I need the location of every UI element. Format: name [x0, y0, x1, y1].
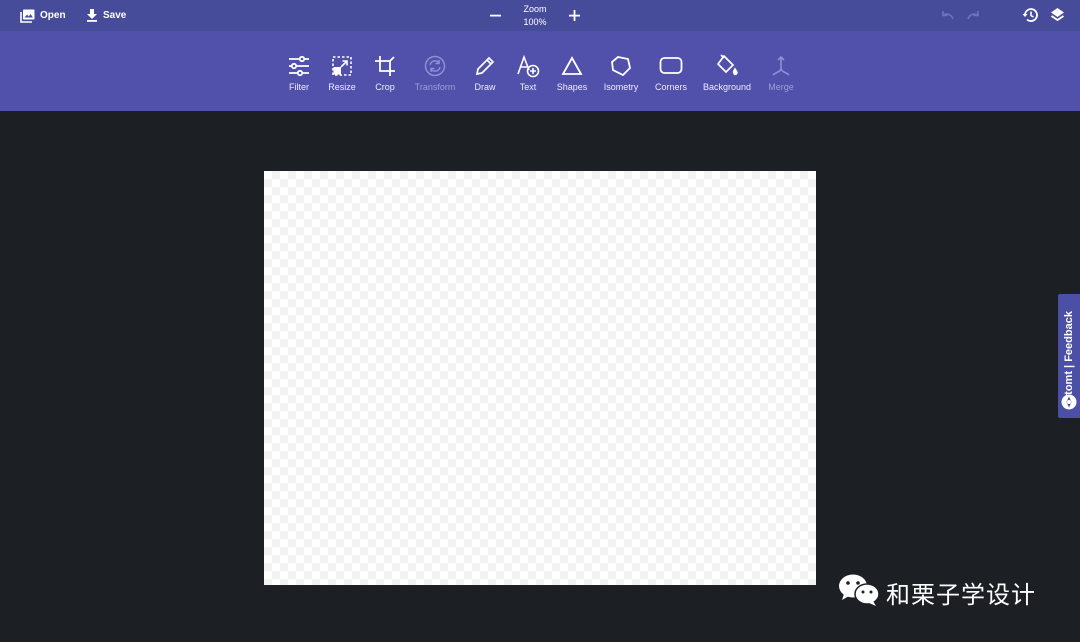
tool-label: Filter: [289, 82, 309, 92]
top-bar: Open Save Zoom 100%: [0, 0, 1080, 31]
minus-icon[interactable]: [490, 10, 501, 21]
tool-label: Crop: [375, 82, 395, 92]
download-icon: [86, 9, 98, 22]
open-button[interactable]: Open: [20, 0, 66, 31]
tool-bar: Filter Resize Crop Transform Draw Text S…: [0, 31, 1080, 111]
stomt-logo-icon: [1061, 394, 1077, 415]
rotate-icon: [424, 52, 446, 80]
zoom-readout: Zoom 100%: [523, 3, 546, 29]
tool-label: Merge: [768, 82, 794, 92]
layers-icon[interactable]: [1050, 7, 1065, 23]
paint-bucket-icon: [715, 52, 739, 80]
tool-label: Corners: [654, 82, 687, 92]
merge-icon: [770, 52, 792, 80]
feedback-tab[interactable]: stomt | Feedback: [1058, 294, 1080, 418]
redo-icon[interactable]: [966, 9, 982, 21]
tool-label: Isometry: [603, 82, 639, 92]
watermark: 和栗子学设计: [838, 574, 1036, 610]
plus-icon[interactable]: [569, 10, 580, 21]
undo-icon[interactable]: [939, 9, 955, 21]
open-label: Open: [40, 10, 66, 21]
tool-label: Text: [519, 82, 537, 92]
tool-label: Background: [702, 82, 752, 92]
zoom-label: Zoom: [523, 3, 547, 14]
watermark-text: 和栗子学设计: [886, 580, 1036, 609]
triangle-icon: [561, 52, 583, 80]
zoom-value: 100%: [523, 16, 547, 27]
save-label: Save: [103, 10, 127, 21]
save-button[interactable]: Save: [86, 0, 126, 31]
tool-label: Shapes: [556, 82, 588, 92]
image-icon: [20, 9, 35, 23]
pentagon-icon: [610, 52, 632, 80]
image-canvas[interactable]: [264, 171, 816, 585]
crop-icon: [374, 52, 396, 80]
wechat-icon: [838, 573, 880, 612]
feedback-label: stomt | Feedback: [1063, 311, 1075, 401]
tool-merge[interactable]: Merge: [746, 52, 816, 102]
rounded-rect-icon: [659, 52, 683, 80]
zoom-control: Zoom 100%: [490, 0, 580, 31]
history-icon[interactable]: [1022, 7, 1039, 23]
